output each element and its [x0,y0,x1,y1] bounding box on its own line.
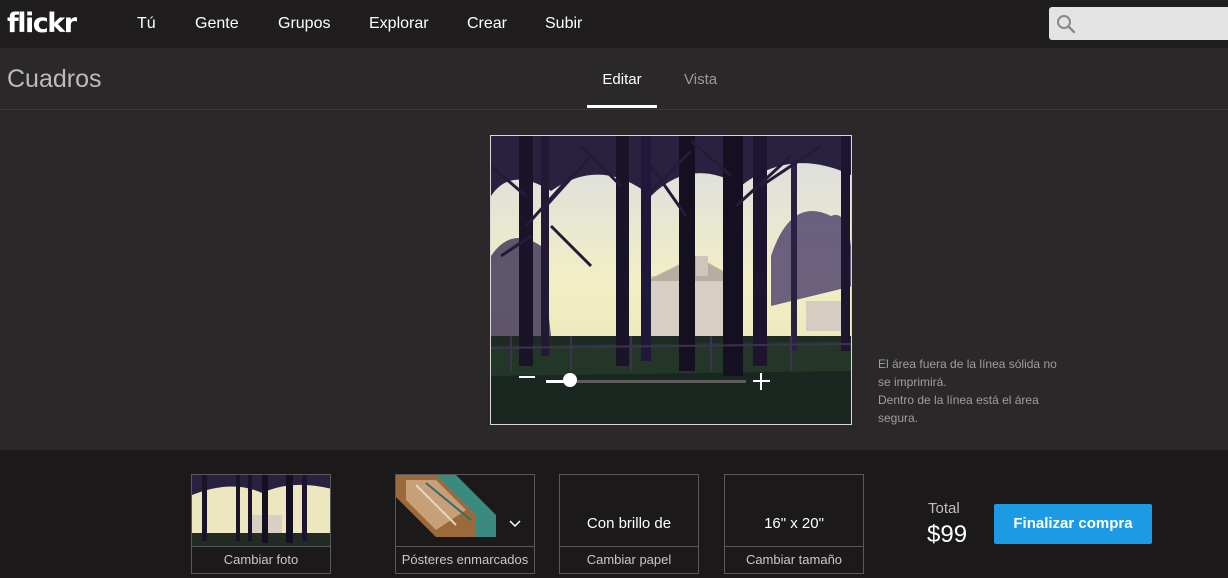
checkout-button[interactable]: Finalizar compra [994,504,1152,544]
size-option[interactable]: 16" x 20" Cambiar tamaño [724,474,864,574]
safe-area-note: El área fuera de la línea sólida no se i… [878,355,1078,427]
change-photo-option[interactable]: Cambiar foto [191,474,331,574]
product-type-label: Pósteres enmarcados [396,546,534,573]
safe-area-note-line: Dentro de la línea está el área [878,393,1039,407]
tab-editar[interactable]: Editar [587,71,657,88]
change-paper-label: Cambiar papel [560,546,698,573]
photo-preview[interactable] [490,135,852,425]
tab-vista[interactable]: Vista [684,71,717,88]
safe-area-note-line: El área fuera de la línea sólida no [878,357,1057,371]
total-label: Total [928,500,960,517]
active-tab-indicator [587,105,657,108]
safe-area-note-line: segura. [878,411,919,425]
page-title: Cuadros [7,65,102,93]
search-icon [1057,15,1076,34]
total-price: $99 [927,521,968,548]
product-type-option[interactable]: Pósteres enmarcados [395,474,535,574]
chevron-down-icon[interactable] [508,516,522,530]
zoom-slider-handle[interactable] [563,373,577,387]
nav-item-crear[interactable]: Crear [467,15,507,33]
nav-item-gente[interactable]: Gente [195,15,239,33]
nav-item-grupos[interactable]: Grupos [278,15,330,33]
size-value: 16" x 20" [764,515,824,532]
print-editor: El área fuera de la línea sólida no se i… [0,110,1228,450]
paper-option[interactable]: Con brillo de Cambiar papel [559,474,699,574]
photo-thumbnail [192,475,330,547]
framed-poster-thumbnail [396,475,496,537]
safe-area-note-line: se imprimirá. [878,375,947,389]
zoom-in-button[interactable] [753,373,770,390]
nav-item-tu[interactable]: Tú [137,15,156,33]
nav-item-explorar[interactable]: Explorar [369,15,429,33]
zoom-out-button[interactable] [519,376,535,378]
flickr-logo[interactable]: flickr [7,8,77,39]
nav-item-subir[interactable]: Subir [545,15,582,33]
search-input[interactable] [1049,7,1228,40]
change-photo-label: Cambiar foto [192,546,330,573]
order-options-bar: Cambiar foto Pósteres enmarcados Con bri… [0,450,1228,578]
top-nav-bar: flickr Tú Gente Grupos Explorar Crear Su… [0,0,1228,48]
change-size-label: Cambiar tamaño [725,546,863,573]
paper-value: Con brillo de [586,515,672,532]
sub-header: Cuadros Editar Vista [0,48,1228,110]
